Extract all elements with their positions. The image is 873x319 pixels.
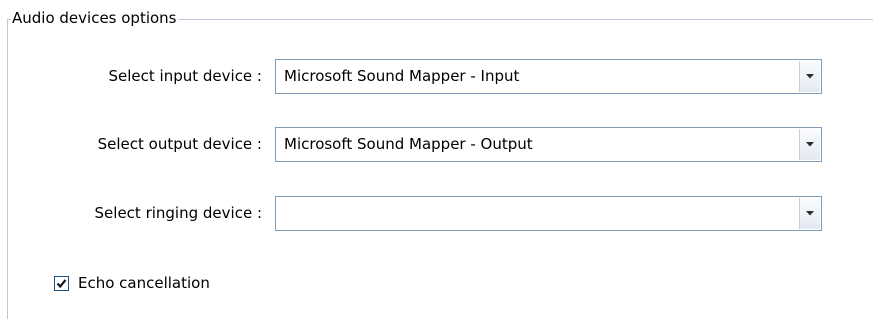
ringing-device-dropdown-button[interactable] <box>799 198 820 229</box>
ringing-device-label: Select ringing device : <box>94 204 262 222</box>
groupbox-title: Audio devices options <box>11 8 178 28</box>
output-device-dropdown-button[interactable] <box>799 129 820 160</box>
ringing-device-select[interactable] <box>275 196 822 231</box>
input-device-select[interactable]: Microsoft Sound Mapper - Input <box>275 59 822 94</box>
output-device-value: Microsoft Sound Mapper - Output <box>284 135 533 153</box>
echo-cancellation-checkbox[interactable] <box>54 276 69 291</box>
output-device-label: Select output device : <box>97 135 262 153</box>
input-device-label: Select input device : <box>108 67 263 85</box>
chevron-down-icon <box>806 142 814 147</box>
input-device-dropdown-button[interactable] <box>799 61 820 92</box>
echo-cancellation-label[interactable]: Echo cancellation <box>78 272 210 294</box>
chevron-down-icon <box>806 211 814 216</box>
chevron-down-icon <box>806 74 814 79</box>
check-icon <box>56 279 67 289</box>
output-device-select[interactable]: Microsoft Sound Mapper - Output <box>275 127 822 162</box>
input-device-value: Microsoft Sound Mapper - Input <box>284 67 520 85</box>
